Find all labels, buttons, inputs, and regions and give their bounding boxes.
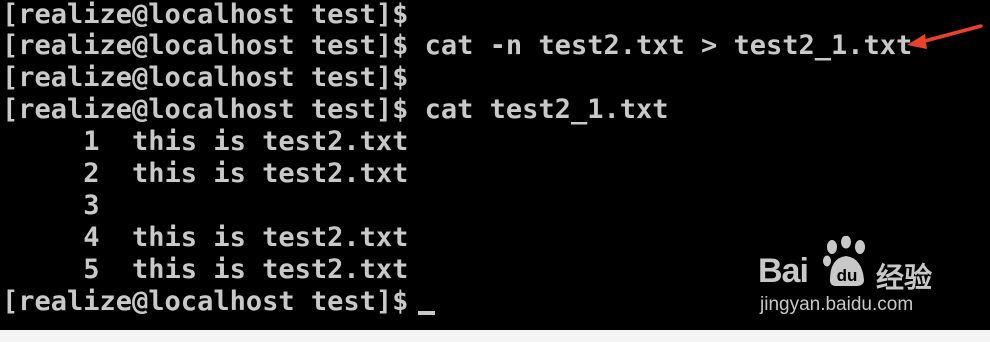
watermark-paw-text: du [837, 266, 858, 285]
terminal-line-9: 5 this is test2.txt [2, 254, 409, 285]
bottom-page-strip [0, 330, 990, 342]
baidu-paw-logo: du [823, 236, 865, 286]
terminal-cursor [418, 311, 435, 315]
terminal-line-8: 4 this is test2.txt [2, 222, 409, 253]
watermark-brand-text: Bai [758, 252, 809, 290]
terminal-line-2: [realize@localhost test]$ cat -n test2.t… [2, 30, 913, 61]
terminal-line-6: 2 this is test2.txt [2, 158, 409, 189]
red-arrow-annotation [907, 24, 983, 49]
terminal-window[interactable]: [realize@localhost test]$ [realize@local… [0, 0, 990, 330]
arrow-shaft [919, 24, 983, 44]
watermark-cn-text: 经验 [876, 261, 933, 294]
terminal-line-7: 3 [2, 190, 100, 221]
terminal-prompt-line[interactable]: [realize@localhost test]$ [2, 286, 425, 318]
arrow-head [907, 34, 927, 49]
baidu-jingyan-watermark: Bai du 经验 jingyan.baidu.com [758, 236, 958, 320]
terminal-line-5: 1 this is test2.txt [2, 126, 409, 157]
terminal-line-4: [realize@localhost test]$ cat test2_1.tx… [2, 94, 669, 125]
terminal-line-3: [realize@localhost test]$ [2, 62, 409, 93]
terminal-line-1: [realize@localhost test]$ [2, 0, 409, 30]
watermark-url: jingyan.baidu.com [760, 294, 914, 315]
